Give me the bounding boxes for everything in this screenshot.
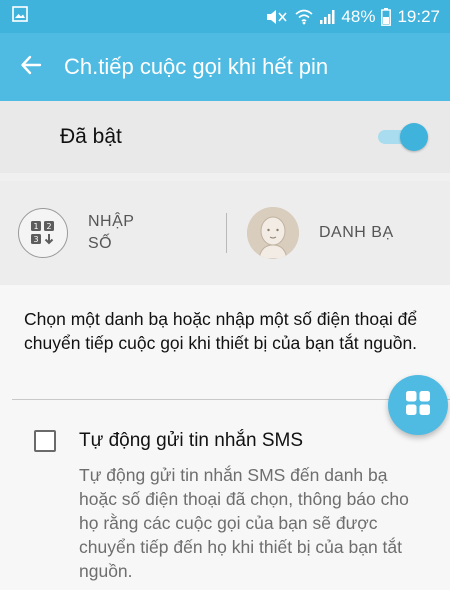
enable-toggle-row[interactable]: Đã bật bbox=[0, 101, 450, 173]
enter-number-label-line1: NHẬP bbox=[88, 213, 135, 230]
status-right: 48% 19:27 bbox=[265, 7, 440, 27]
wifi-icon bbox=[295, 9, 313, 25]
apps-fab-button[interactable] bbox=[388, 375, 448, 435]
status-bar: 48% 19:27 bbox=[0, 0, 450, 33]
instruction-text: Chọn một danh bạ hoặc nhập một số điện t… bbox=[24, 309, 418, 353]
contact-avatar-icon bbox=[247, 207, 299, 259]
sms-checkbox[interactable] bbox=[34, 430, 56, 452]
enter-number-label-line2: SỐ bbox=[88, 235, 113, 252]
status-time: 19:27 bbox=[397, 6, 440, 26]
svg-text:1: 1 bbox=[33, 222, 38, 231]
mute-icon bbox=[265, 9, 289, 25]
battery-percent: 48% bbox=[341, 6, 376, 26]
page-title: Ch.tiếp cuộc gọi khi hết pin bbox=[64, 54, 329, 79]
back-button[interactable] bbox=[0, 33, 62, 101]
contacts-label: DANH BẠ bbox=[319, 224, 394, 241]
dialpad-icon: 1 2 3 bbox=[18, 208, 68, 258]
divider-line bbox=[12, 399, 450, 400]
toggle-label: Đã bật bbox=[60, 125, 122, 148]
grid-icon bbox=[405, 390, 431, 421]
source-chooser: 1 2 3 NHẬP SỐ DANH BẠ bbox=[0, 181, 450, 285]
app-bar: Ch.tiếp cuộc gọi khi hết pin bbox=[0, 33, 450, 101]
signal-icon bbox=[319, 9, 335, 25]
svg-text:2: 2 bbox=[46, 222, 51, 231]
battery-icon bbox=[381, 7, 392, 26]
screen: 48% 19:27 Ch.tiếp cuộc gọi khi hết pin Đ… bbox=[0, 0, 450, 590]
section-divider bbox=[0, 173, 450, 181]
enter-number-label: NHẬP SỐ bbox=[88, 211, 158, 255]
enable-switch[interactable] bbox=[378, 122, 428, 152]
switch-thumb bbox=[400, 123, 428, 151]
enter-number-button[interactable]: 1 2 3 NHẬP SỐ bbox=[0, 181, 226, 285]
sms-option-title: Tự động gửi tin nhắn SMS bbox=[79, 430, 304, 451]
image-icon bbox=[12, 6, 28, 27]
arrow-back-icon bbox=[20, 54, 42, 81]
sms-option-description: Tự động gửi tin nhắn SMS đến danh bạ hoặ… bbox=[79, 465, 409, 581]
svg-text:3: 3 bbox=[33, 235, 38, 244]
status-left bbox=[12, 6, 28, 27]
contacts-button[interactable]: DANH BẠ bbox=[227, 181, 394, 285]
